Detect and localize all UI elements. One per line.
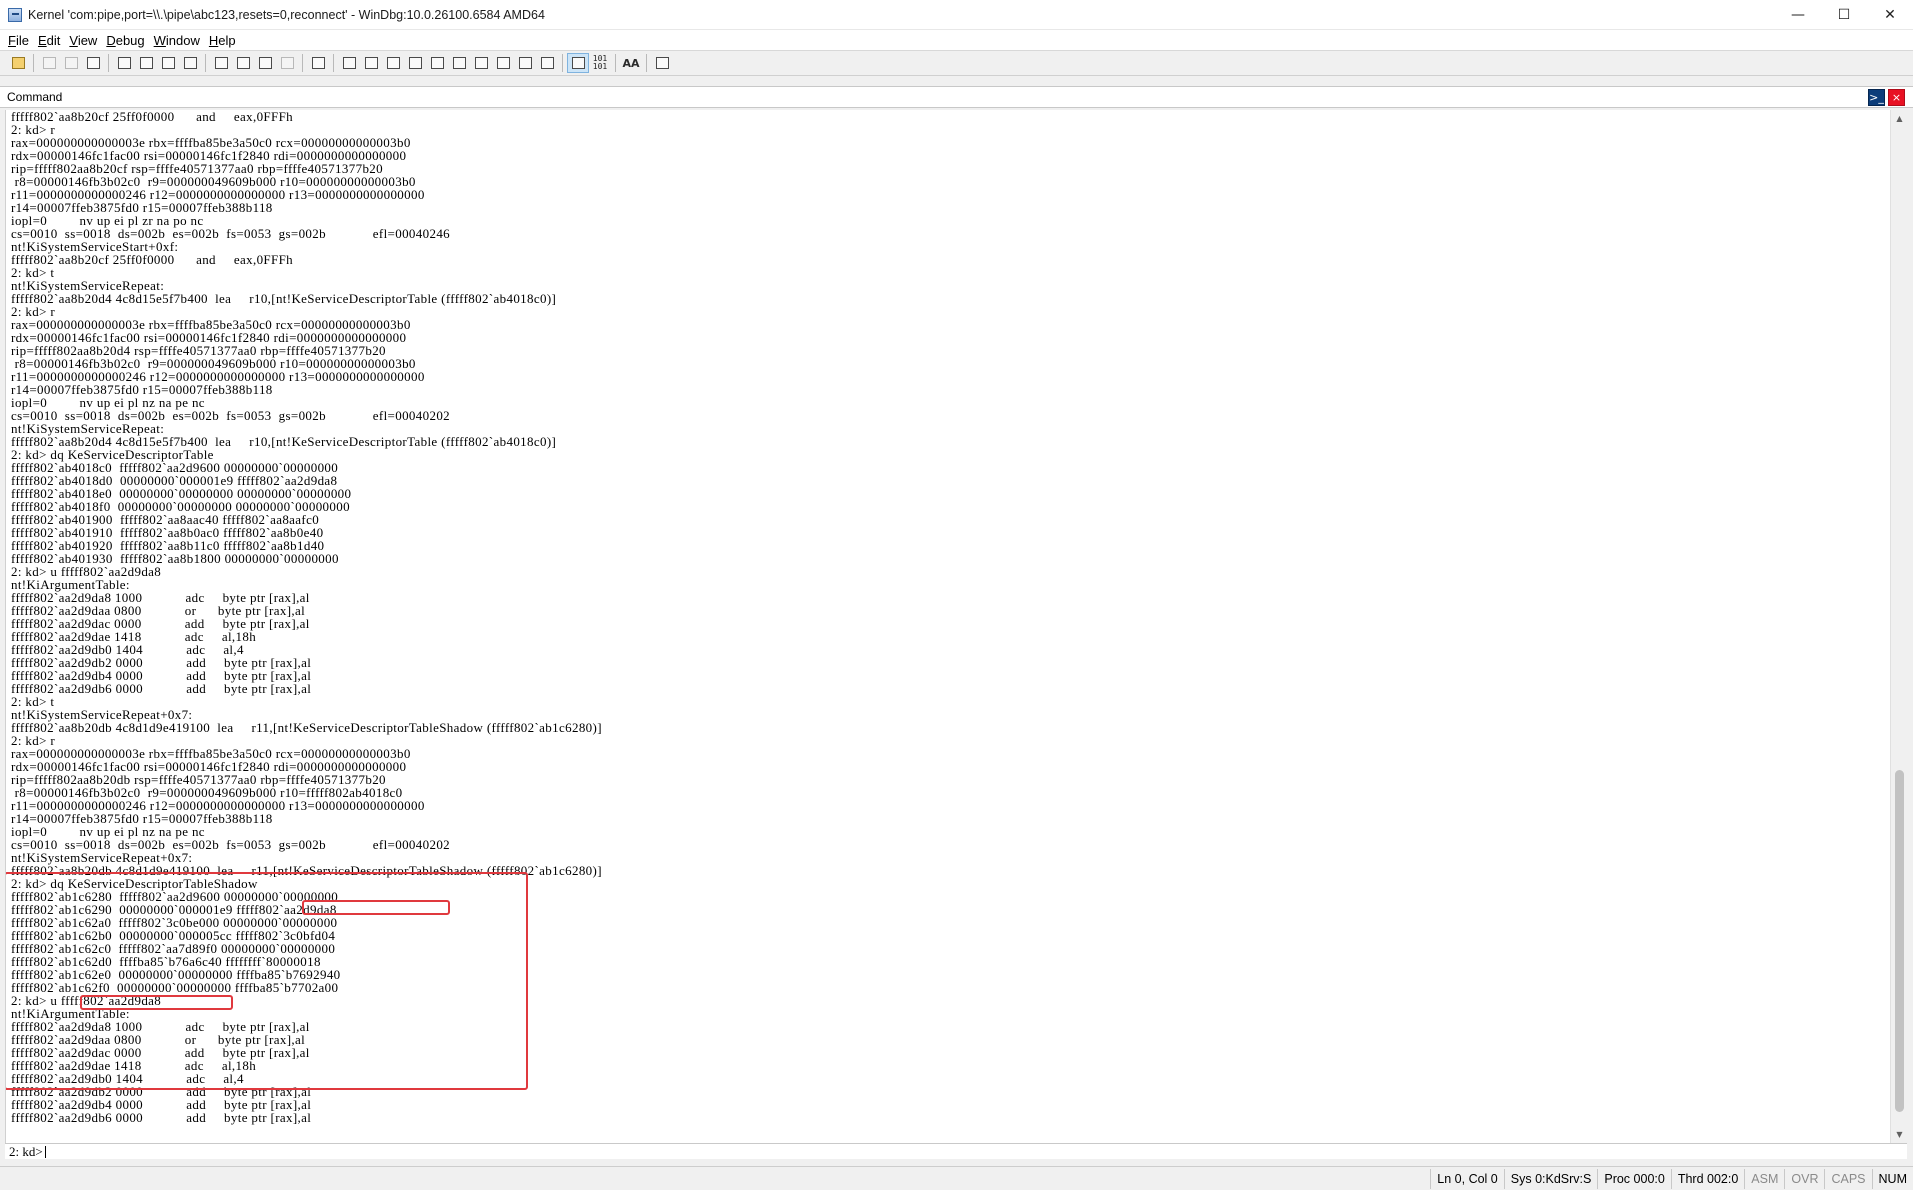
status-proc: Proc 000:0 — [1597, 1168, 1670, 1189]
go-icon[interactable] — [114, 54, 134, 72]
menu-bar: File Edit View Debug Window Help — [0, 30, 1913, 50]
memory-window-icon[interactable] — [427, 54, 447, 72]
toolbar-separator — [302, 54, 303, 72]
menu-window[interactable]: Window — [150, 33, 205, 48]
detach-icon[interactable] — [180, 54, 200, 72]
command-input[interactable] — [45, 1144, 1846, 1159]
status-thrd: Thrd 002:0 — [1670, 1168, 1744, 1189]
toolbar-separator — [108, 54, 109, 72]
pane-title: Command — [7, 90, 63, 104]
open-folder-icon[interactable] — [8, 54, 28, 72]
status-sys: Sys 0:KdSrv:S — [1503, 1168, 1598, 1189]
dock-icon[interactable]: >_ — [1868, 89, 1885, 106]
stop-debugging-icon[interactable] — [158, 54, 178, 72]
status-asm: ASM — [1744, 1168, 1784, 1189]
processes-threads-icon[interactable] — [515, 54, 535, 72]
toolbar-separator — [333, 54, 334, 72]
output-line: fffff802`aa8b20db 4c8d1d9e419100 lea r11… — [11, 720, 602, 735]
menu-debug[interactable]: Debug — [102, 33, 149, 48]
toolbar-separator — [615, 54, 616, 72]
cut-icon[interactable] — [39, 54, 59, 72]
step-over-icon[interactable] — [233, 54, 253, 72]
source-file-icon[interactable] — [567, 53, 589, 73]
status-ovr: OVR — [1784, 1168, 1824, 1189]
source-mode-icon[interactable] — [537, 54, 557, 72]
status-bar: Ln 0, Col 0 Sys 0:KdSrv:S Proc 000:0 Thr… — [0, 1166, 1913, 1190]
window-title: Kernel 'com:pipe,port=\\.\pipe\abc123,re… — [28, 7, 545, 22]
menu-help[interactable]: Help — [205, 33, 241, 48]
locals-window-icon[interactable] — [383, 54, 403, 72]
minimize-button[interactable]: — — [1775, 0, 1821, 30]
call-stack-window-icon[interactable] — [449, 54, 469, 72]
disassembly-window-icon[interactable] — [471, 54, 491, 72]
watch-window-icon[interactable] — [361, 54, 381, 72]
toolbar-separator — [205, 54, 206, 72]
output-scrollbar[interactable]: ▲ ▼ — [1890, 110, 1907, 1143]
close-pane-icon[interactable]: × — [1888, 89, 1905, 106]
break-hand-icon[interactable] — [308, 54, 328, 72]
command-window-icon[interactable] — [339, 54, 359, 72]
toolbar-separator — [646, 54, 647, 72]
run-to-cursor-icon[interactable] — [277, 54, 297, 72]
source-mode-toggle-icon[interactable]: 101 101 — [590, 54, 610, 72]
scroll-down-icon[interactable]: ▼ — [1891, 1126, 1908, 1143]
command-pane-header: Command >_ × — [0, 86, 1913, 108]
scroll-up-icon[interactable]: ▲ — [1891, 110, 1908, 127]
copy-icon[interactable] — [61, 54, 81, 72]
toolbar: 101 101 AA — [0, 50, 1913, 76]
windbg-app-icon[interactable] — [8, 7, 22, 22]
command-output[interactable]: fffff802`aa8b20cf 25ff0f0000 and eax,0FF… — [5, 110, 1890, 1143]
toolbar-separator — [33, 54, 34, 72]
registers-window-icon[interactable] — [405, 54, 425, 72]
menu-edit[interactable]: Edit — [34, 33, 65, 48]
output-line: fffff802`aa8b20d4 4c8d15e5f7b400 lea r10… — [11, 291, 557, 306]
title-bar: Kernel 'com:pipe,port=\\.\pipe\abc123,re… — [0, 0, 1913, 30]
output-line: fffff802`aa2d9db6 0000 add byte ptr [rax… — [11, 681, 312, 696]
step-out-icon[interactable] — [255, 54, 275, 72]
menu-file[interactable]: File — [4, 33, 34, 48]
step-into-icon[interactable] — [211, 54, 231, 72]
toolbar-separator — [562, 54, 563, 72]
window-controls: — ☐ ✕ — [1775, 0, 1913, 30]
output-line: fffff802`aa2d9db6 0000 add byte ptr [rax… — [11, 1110, 312, 1125]
close-window-button[interactable]: ✕ — [1867, 0, 1913, 30]
command-prompt: 2: kd> — [9, 1143, 43, 1159]
scroll-thumb[interactable] — [1895, 770, 1904, 1112]
status-position: Ln 0, Col 0 — [1430, 1168, 1503, 1189]
font-icon[interactable]: AA — [621, 54, 641, 72]
status-num: NUM — [1871, 1168, 1913, 1189]
menu-view[interactable]: View — [65, 33, 102, 48]
restart-icon[interactable] — [136, 54, 156, 72]
maximize-button[interactable]: ☐ — [1821, 0, 1867, 30]
scratch-pad-icon[interactable] — [493, 54, 513, 72]
options-icon[interactable] — [652, 54, 672, 72]
status-caps: CAPS — [1824, 1168, 1871, 1189]
paste-icon[interactable] — [83, 54, 103, 72]
command-input-row: 2: kd> — [5, 1143, 1907, 1159]
